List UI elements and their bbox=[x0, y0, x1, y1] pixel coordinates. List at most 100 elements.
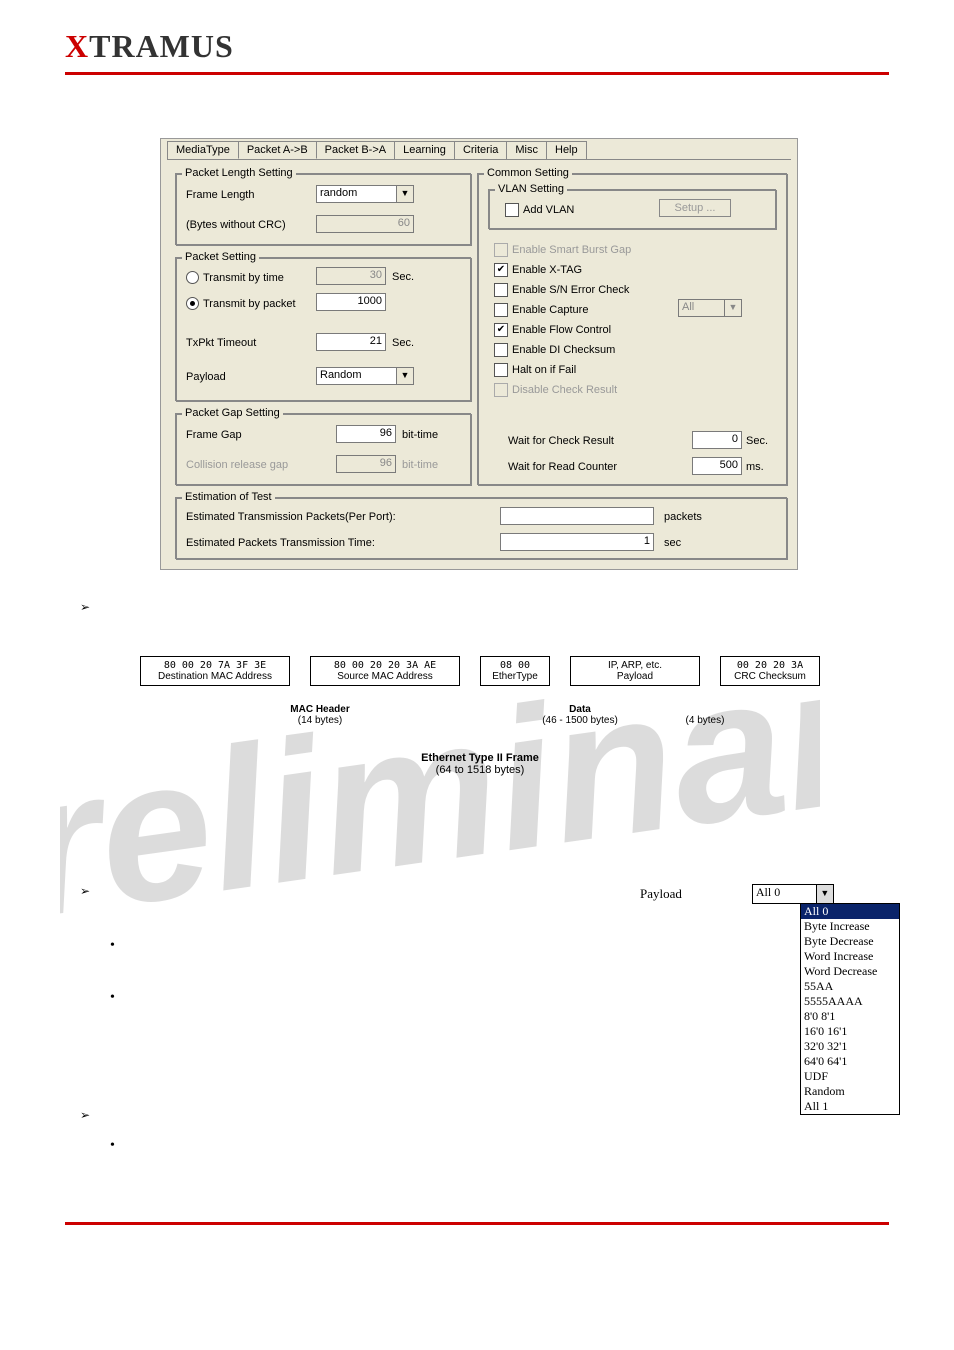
group-estimation-legend: Estimation of Test bbox=[182, 491, 275, 503]
wait-check-result-label: Wait for Check Result bbox=[508, 435, 614, 447]
group-vlan-legend: VLAN Setting bbox=[495, 183, 567, 195]
frame-gap-label: Frame Gap bbox=[186, 429, 242, 441]
est-packets-label: Estimated Transmission Packets(Per Port)… bbox=[186, 511, 396, 523]
checkbox-icon bbox=[494, 243, 508, 257]
txpkt-timeout-input[interactable]: 21 bbox=[316, 333, 386, 351]
frame-src-lab: Source MAC Address bbox=[315, 671, 455, 682]
frame-mac-header-lab: MAC Header bbox=[290, 704, 349, 715]
frame-dst-box: 80 00 20 7A 3F 3E Destination MAC Addres… bbox=[140, 656, 290, 686]
payload-opt-1[interactable]: Byte Increase bbox=[801, 919, 899, 934]
capture-label: Enable Capture bbox=[512, 304, 588, 316]
transmit-by-time-unit: Sec. bbox=[392, 271, 414, 283]
transmit-by-packet-label: Transmit by packet bbox=[203, 298, 296, 310]
frame-et-hex: 08 00 bbox=[485, 660, 545, 671]
check-capture[interactable]: Enable Capture bbox=[494, 303, 588, 317]
checkbox-icon bbox=[494, 343, 508, 357]
frame-data-bytes: (46 - 1500 bytes) bbox=[542, 715, 618, 726]
frame-src-hex: 80 00 20 20 3A AE bbox=[315, 660, 455, 671]
payload-opt-12[interactable]: Random bbox=[801, 1084, 899, 1099]
radio-icon bbox=[186, 297, 199, 310]
est-time-input: 1 bbox=[500, 533, 654, 551]
check-disable-result: Disable Check Result bbox=[494, 383, 617, 397]
payload-opt-11[interactable]: UDF bbox=[801, 1069, 899, 1084]
payload-dd-selected: All 0 bbox=[753, 885, 816, 903]
group-vlan: VLAN Setting Add VLAN Setup ... bbox=[488, 183, 776, 229]
tab-learning[interactable]: Learning bbox=[394, 141, 455, 159]
frame-crc-bytes-lab: (4 bytes) bbox=[686, 715, 725, 726]
payload-select[interactable]: Random ▼ bbox=[316, 367, 414, 385]
check-add-vlan[interactable]: Add VLAN bbox=[505, 203, 574, 217]
brand-rest: TRAMUS bbox=[89, 28, 234, 64]
setup-button: Setup ... bbox=[659, 199, 731, 217]
frame-gap-input[interactable]: 96 bbox=[336, 425, 396, 443]
tab-packet-ab[interactable]: Packet A->B bbox=[238, 141, 317, 159]
payload-dropdown-figure: Payload All 0 ▼ All 0 Byte Increase Byte… bbox=[640, 884, 900, 1115]
payload-opt-7[interactable]: 8'0 8'1 bbox=[801, 1009, 899, 1024]
group-packet-length: Packet Length Setting Frame Length rando… bbox=[175, 167, 471, 245]
transmit-by-time-input: 30 bbox=[316, 267, 386, 285]
group-packet-setting-legend: Packet Setting bbox=[182, 251, 259, 263]
tab-mediatype[interactable]: MediaType bbox=[167, 141, 239, 159]
wait-read-counter-label: Wait for Read Counter bbox=[508, 461, 617, 473]
payload-opt-6[interactable]: 5555AAAA bbox=[801, 994, 899, 1009]
doc-bullet-3: · bbox=[80, 1108, 101, 1124]
frame-data: Data (46 - 1500 bytes) bbox=[520, 704, 640, 726]
frame-length-value: random bbox=[317, 186, 396, 202]
payload-opt-10[interactable]: 64'0 64'1 bbox=[801, 1054, 899, 1069]
est-packets-unit: packets bbox=[664, 511, 702, 523]
doc-subbullet-3: · bbox=[110, 1138, 130, 1154]
wait-check-result-input[interactable]: 0 bbox=[692, 431, 742, 449]
radio-icon bbox=[186, 271, 199, 284]
payload-dd-list[interactable]: All 0 Byte Increase Byte Decrease Word I… bbox=[800, 903, 900, 1115]
frame-crc-hex: 00 20 20 3A bbox=[725, 660, 815, 671]
frame-title-sub: (64 to 1518 bytes) bbox=[436, 764, 525, 776]
checkbox-icon bbox=[505, 203, 519, 217]
group-estimation: Estimation of Test Estimated Transmissio… bbox=[175, 491, 787, 559]
checkbox-icon bbox=[494, 283, 508, 297]
tab-packet-ba[interactable]: Packet B->A bbox=[316, 141, 395, 159]
transmit-by-packet-input[interactable]: 1000 bbox=[316, 293, 386, 311]
bytes-without-crc-input: 60 bbox=[316, 215, 414, 233]
txpkt-timeout-unit: Sec. bbox=[392, 337, 414, 349]
payload-opt-5[interactable]: 55AA bbox=[801, 979, 899, 994]
frame-title: Ethernet Type II Frame (64 to 1518 bytes… bbox=[140, 752, 820, 776]
chevron-down-icon: ▼ bbox=[396, 186, 413, 202]
check-xtag[interactable]: ✔Enable X-TAG bbox=[494, 263, 582, 277]
capture-select-value: All bbox=[679, 300, 724, 316]
checkbox-icon bbox=[494, 303, 508, 317]
frame-et-box: 08 00 EtherType bbox=[480, 656, 550, 686]
group-common-setting-legend: Common Setting bbox=[484, 167, 572, 179]
payload-opt-4[interactable]: Word Decrease bbox=[801, 964, 899, 979]
group-packet-gap-legend: Packet Gap Setting bbox=[182, 407, 283, 419]
frame-gap-unit: bit-time bbox=[402, 429, 438, 441]
payload-opt-9[interactable]: 32'0 32'1 bbox=[801, 1039, 899, 1054]
collision-release-gap-label: Collision release gap bbox=[186, 459, 288, 471]
capture-select: All ▼ bbox=[678, 299, 742, 317]
check-sn-error[interactable]: Enable S/N Error Check bbox=[494, 283, 629, 297]
group-common-setting: Common Setting VLAN Setting Add VLAN Set… bbox=[477, 167, 787, 485]
payload-opt-0[interactable]: All 0 bbox=[801, 904, 899, 919]
disable-result-label: Disable Check Result bbox=[512, 384, 617, 396]
check-flow-control[interactable]: ✔Enable Flow Control bbox=[494, 323, 611, 337]
payload-opt-2[interactable]: Byte Decrease bbox=[801, 934, 899, 949]
payload-opt-3[interactable]: Word Increase bbox=[801, 949, 899, 964]
radio-transmit-by-packet[interactable]: Transmit by packet bbox=[186, 297, 296, 310]
tab-help[interactable]: Help bbox=[546, 141, 587, 159]
radio-transmit-by-time[interactable]: Transmit by time bbox=[186, 271, 284, 284]
check-halt-on-fail[interactable]: Halt on if Fail bbox=[494, 363, 576, 377]
halt-on-fail-label: Halt on if Fail bbox=[512, 364, 576, 376]
footer-rule bbox=[65, 1222, 889, 1225]
tab-row: MediaType Packet A->B Packet B->A Learni… bbox=[167, 141, 586, 159]
wait-read-counter-unit: ms. bbox=[746, 461, 764, 473]
check-di-checksum[interactable]: Enable DI Checksum bbox=[494, 343, 615, 357]
payload-opt-8[interactable]: 16'0 16'1 bbox=[801, 1024, 899, 1039]
tab-criteria[interactable]: Criteria bbox=[454, 141, 507, 159]
wait-read-counter-input[interactable]: 500 bbox=[692, 457, 742, 475]
payload-value: Random bbox=[317, 368, 396, 384]
frame-length-select[interactable]: random ▼ bbox=[316, 185, 414, 203]
tab-misc[interactable]: Misc bbox=[506, 141, 547, 159]
payload-dd-select[interactable]: All 0 ▼ bbox=[752, 884, 834, 904]
frame-dst-lab: Destination MAC Address bbox=[145, 671, 285, 682]
doc-bullet-2: · bbox=[80, 884, 101, 900]
payload-opt-13[interactable]: All 1 bbox=[801, 1099, 899, 1114]
